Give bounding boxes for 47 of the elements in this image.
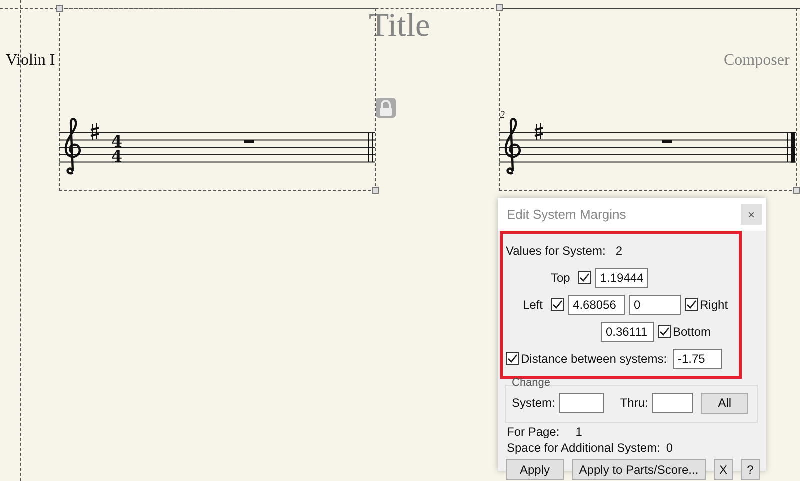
system-number: 2: [616, 244, 623, 258]
left-field[interactable]: 4.68056: [568, 294, 626, 314]
checkbox[interactable]: [658, 325, 671, 338]
left-label: Left: [523, 298, 544, 312]
space-label: Space for Additional System:: [507, 440, 660, 454]
close-button[interactable]: ×: [741, 204, 762, 225]
bottom-field[interactable]: 0.36111: [601, 322, 654, 342]
thru-label: Thru:: [620, 396, 648, 410]
page-number: 1: [576, 424, 582, 438]
bottom-label: Bottom: [673, 324, 712, 338]
thru-field[interactable]: [652, 393, 694, 413]
treble-clef-icon: [64, 118, 81, 175]
resize-handle[interactable]: [793, 187, 800, 194]
space-value: 0: [666, 440, 674, 454]
resize-handle[interactable]: [372, 187, 379, 194]
score-title: Title: [369, 8, 430, 45]
group-label: Change: [512, 377, 551, 389]
checkbox[interactable]: [551, 298, 564, 311]
sharp-icon: [90, 122, 100, 140]
treble-clef-icon: [504, 118, 521, 175]
instrument-name: Violin I: [6, 52, 56, 70]
top-label: Top: [551, 270, 570, 284]
resize-handle[interactable]: [56, 5, 63, 12]
dialog-button[interactable]: X: [714, 459, 733, 480]
resize-handle[interactable]: [496, 4, 503, 11]
system-field[interactable]: [559, 393, 604, 413]
rest-icon: [662, 140, 672, 144]
distance-label: Distance between systems:: [521, 352, 668, 366]
sharp-icon: [534, 122, 544, 140]
distance-field[interactable]: -1.75: [673, 348, 722, 368]
checkbox[interactable]: [578, 271, 592, 284]
composer-name: Composer: [724, 52, 790, 70]
checkbox[interactable]: [506, 352, 519, 365]
rest-icon: [244, 140, 254, 144]
dialog-title: Edit System Margins: [507, 207, 626, 222]
right-field[interactable]: 0: [629, 294, 682, 314]
dialog-button[interactable]: ?: [741, 459, 760, 480]
dialog-button[interactable]: Apply: [506, 459, 564, 480]
dialog-button[interactable]: Apply to Parts/Score...: [572, 459, 706, 480]
system-label: System:: [512, 396, 556, 410]
for-page-label: For Page:: [507, 424, 560, 438]
all-button[interactable]: All: [701, 392, 748, 414]
top-field[interactable]: 1.19444: [595, 268, 648, 288]
values-label: Values for System:: [506, 244, 606, 258]
measure-number: 2: [500, 110, 505, 121]
right-label: Right: [700, 298, 728, 312]
checkbox[interactable]: [685, 298, 698, 311]
